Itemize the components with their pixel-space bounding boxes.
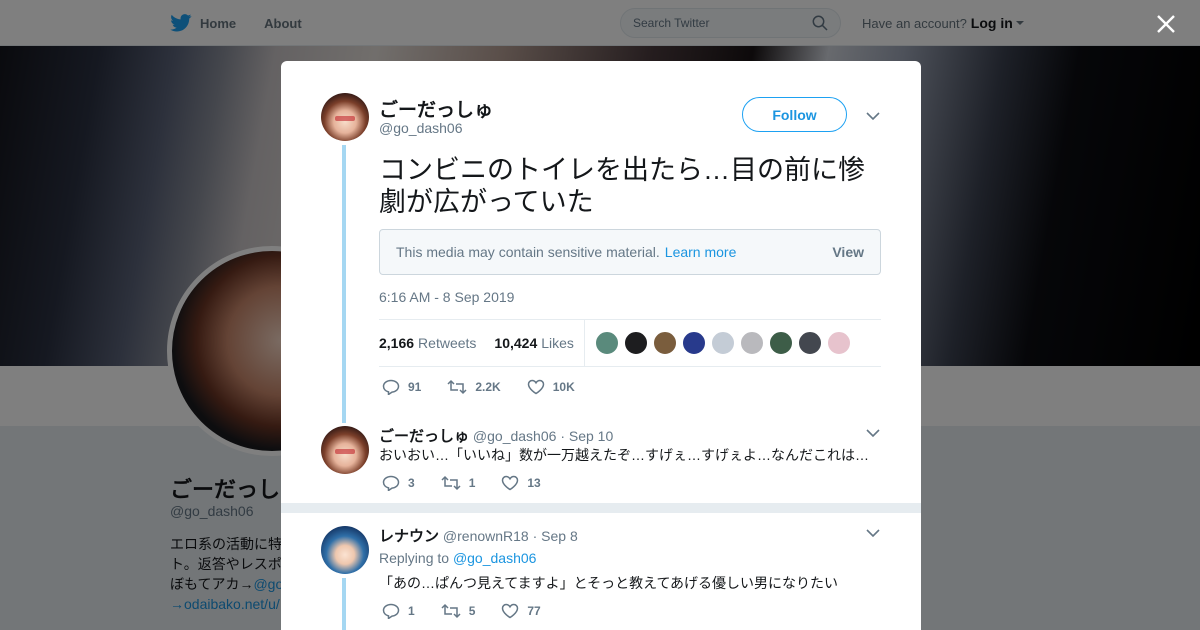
liker-avatar[interactable] xyxy=(768,331,793,355)
heart-icon xyxy=(527,379,544,395)
author-name[interactable]: ごーだっしゅ xyxy=(379,95,493,122)
likes-label: Likes xyxy=(541,335,574,351)
like-count: 10K xyxy=(552,380,575,394)
liker-avatar[interactable] xyxy=(681,331,706,355)
reply-count: 3 xyxy=(408,476,415,490)
chevron-down-icon[interactable] xyxy=(866,428,880,438)
reply-header: ごーだっしゅ @go_dash06 · Sep 10 xyxy=(379,425,613,446)
section-divider xyxy=(281,503,921,513)
likes-count: 10,424 xyxy=(494,335,538,351)
liker-avatar[interactable] xyxy=(710,331,735,355)
likes-stat[interactable]: 10,424 Likes xyxy=(494,335,574,351)
tweet-actions: 91 2.2K 10K xyxy=(382,379,601,395)
retweet-action[interactable]: 5 xyxy=(441,603,476,619)
learn-more-link[interactable]: Learn more xyxy=(665,244,737,260)
retweet-icon xyxy=(441,603,461,619)
reply-header: レナウン @renownR18 · Sep 8 xyxy=(379,525,578,546)
like-action[interactable]: 77 xyxy=(501,603,541,619)
stats-divider xyxy=(583,319,585,367)
reply-date[interactable]: Sep 8 xyxy=(541,528,578,544)
reply-text: 「あの…ぱんつ見えてますよ」とそっと教えてあげる優しい男になりたい xyxy=(379,575,839,591)
retweet-action[interactable]: 1 xyxy=(441,475,476,491)
tweet-modal: ごーだっしゅ @go_dash06 Follow コンビニのトイレを出たら…目の… xyxy=(281,61,921,630)
retweet-action[interactable]: 2.2K xyxy=(447,379,501,395)
reply-actions: 1 5 77 xyxy=(382,603,567,619)
author-handle[interactable]: @go_dash06 xyxy=(379,120,463,136)
heart-icon xyxy=(502,475,519,491)
liker-avatar[interactable] xyxy=(739,331,764,355)
replying-to-link[interactable]: @go_dash06 xyxy=(453,550,537,566)
reply-actions: 3 1 13 xyxy=(382,475,567,491)
retweet-icon xyxy=(447,379,467,395)
liker-avatar[interactable] xyxy=(797,331,822,355)
thread-line xyxy=(342,578,346,630)
tweet-timestamp[interactable]: 6:16 AM - 8 Sep 2019 xyxy=(379,289,514,305)
liker-avatar[interactable] xyxy=(623,331,648,355)
view-media-button[interactable]: View xyxy=(832,244,864,260)
follow-button[interactable]: Follow xyxy=(742,97,847,132)
retweet-count: 1 xyxy=(468,476,476,490)
reply-count: 1 xyxy=(408,604,415,618)
reply-action[interactable]: 91 xyxy=(382,379,421,395)
likers-avatars xyxy=(594,331,856,355)
retweets-stat[interactable]: 2,166 Retweets xyxy=(379,335,476,351)
author-avatar[interactable] xyxy=(321,93,369,141)
reply-action[interactable]: 3 xyxy=(382,475,415,491)
reply-date-sep: · xyxy=(560,428,565,444)
tweet-stats: 2,166 Retweets 10,424 Likes xyxy=(379,319,881,367)
reply-author-handle[interactable]: @renownR18 xyxy=(443,528,529,544)
reply-icon xyxy=(382,379,400,395)
replying-to: Replying to @go_dash06 xyxy=(379,550,536,566)
reply-count: 91 xyxy=(408,380,422,394)
chevron-down-icon[interactable] xyxy=(866,528,880,538)
liker-avatar[interactable] xyxy=(826,331,851,355)
retweet-count: 5 xyxy=(468,604,476,618)
like-action[interactable]: 10K xyxy=(527,379,575,395)
like-action[interactable]: 13 xyxy=(501,475,541,491)
close-icon[interactable] xyxy=(1154,12,1178,36)
liker-avatar[interactable] xyxy=(594,331,619,355)
tweet-text: コンビニのトイレを出たら…目の前に惨劇が広がっていた xyxy=(379,155,865,217)
sensitive-media-notice: This media may contain sensitive materia… xyxy=(379,229,881,275)
liker-avatar[interactable] xyxy=(652,331,677,355)
reply-icon xyxy=(382,475,400,491)
reply-text: おいおい…「いいね」数が一万越えたぞ…すげぇ…すげぇよ…なんだこれは… xyxy=(379,447,869,463)
like-count: 13 xyxy=(527,476,541,490)
reply-author-name[interactable]: レナウン xyxy=(379,528,439,545)
like-count: 77 xyxy=(527,604,541,618)
reply-author-name[interactable]: ごーだっしゅ xyxy=(379,428,469,445)
heart-icon xyxy=(502,603,519,619)
reply-action[interactable]: 1 xyxy=(382,603,415,619)
reply-date[interactable]: Sep 10 xyxy=(569,428,613,444)
retweet-icon xyxy=(441,475,461,491)
reply-avatar[interactable] xyxy=(321,526,369,574)
reply-icon xyxy=(382,603,400,619)
retweets-count: 2,166 xyxy=(379,335,415,351)
retweets-label: Retweets xyxy=(418,335,477,351)
replying-to-label: Replying to xyxy=(379,550,450,566)
retweet-count: 2.2K xyxy=(475,380,501,394)
reply-author-handle[interactable]: @go_dash06 xyxy=(473,428,557,444)
reply-date-sep: · xyxy=(532,528,538,544)
sensitive-text: This media may contain sensitive materia… xyxy=(396,244,660,260)
chevron-down-icon[interactable] xyxy=(866,111,880,121)
thread-line xyxy=(342,145,346,423)
reply-avatar[interactable] xyxy=(321,426,369,474)
